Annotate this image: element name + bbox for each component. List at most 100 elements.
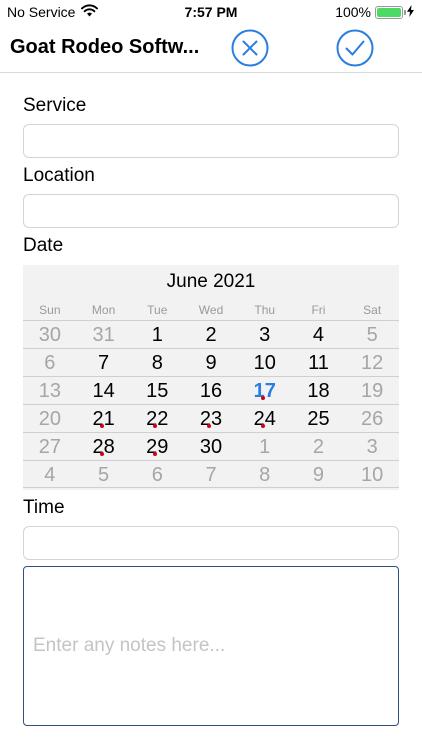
calendar-day-today[interactable]: 17 bbox=[238, 377, 292, 404]
calendar-day[interactable]: 7 bbox=[184, 461, 238, 487]
calendar-day-number: 6 bbox=[151, 464, 163, 486]
calendar-day-number: 28 bbox=[92, 436, 115, 458]
calendar-day-number: 2 bbox=[205, 324, 217, 346]
service-label: Service bbox=[23, 95, 87, 116]
calendar-day[interactable]: 4 bbox=[292, 321, 346, 348]
calendar-day[interactable]: 6 bbox=[23, 349, 77, 376]
calendar-day[interactable]: 13 bbox=[23, 377, 77, 404]
checkmark-circle-icon bbox=[336, 29, 374, 67]
calendar-day-number: 1 bbox=[151, 324, 163, 346]
calendar-week-row: 4 5 6 7 8 9 10 bbox=[23, 460, 399, 488]
event-dot-icon bbox=[99, 424, 104, 428]
calendar-day-number: 11 bbox=[308, 352, 329, 374]
calendar-day-number: 23 bbox=[199, 408, 223, 430]
calendar-day-number: 19 bbox=[361, 380, 384, 402]
calendar-day-number: 31 bbox=[92, 324, 115, 346]
nav-bar: Goat Rodeo Softw... bbox=[0, 24, 422, 73]
battery-icon bbox=[375, 5, 406, 19]
calendar-day-number: 8 bbox=[151, 352, 163, 374]
nav-title: Goat Rodeo Softw... bbox=[10, 36, 200, 58]
service-field[interactable] bbox=[23, 124, 399, 158]
calendar-day-number: 5 bbox=[366, 324, 378, 346]
weekday-label: Mon bbox=[91, 303, 116, 317]
calendar-day-number: 20 bbox=[38, 408, 61, 430]
status-bar: No Service 7:57 PM 100% bbox=[0, 0, 422, 24]
time-field[interactable] bbox=[23, 526, 399, 560]
calendar-day[interactable]: 5 bbox=[77, 461, 131, 487]
calendar-day[interactable]: 8 bbox=[238, 461, 292, 487]
battery-percent: 100% bbox=[335, 4, 371, 20]
calendar-week-row: 27 28 29 30 1 2 3 bbox=[23, 432, 399, 460]
calendar-day[interactable]: 2 bbox=[292, 433, 346, 460]
date-label: Date bbox=[23, 235, 64, 256]
calendar-day[interactable]: 1 bbox=[130, 321, 184, 348]
calendar-day[interactable]: 25 bbox=[292, 405, 346, 432]
calendar-day[interactable]: 26 bbox=[345, 405, 399, 432]
calendar-day[interactable]: 30 bbox=[184, 433, 238, 460]
calendar-day-number: 24 bbox=[253, 408, 276, 430]
calendar-day-number: 13 bbox=[38, 380, 61, 402]
date-calendar[interactable]: June 2021 Sun Mon Tue Wed Thu Fri Sat 30 31 1 2 3 4… bbox=[23, 265, 399, 490]
calendar-day-number: 10 bbox=[253, 352, 276, 374]
calendar-day[interactable]: 12 bbox=[345, 349, 399, 376]
calendar-day-number: 12 bbox=[361, 352, 384, 374]
calendar-day[interactable]: 10 bbox=[238, 349, 292, 376]
weekday-label: Sun bbox=[39, 303, 61, 317]
calendar-day-number: 9 bbox=[205, 352, 217, 374]
calendar-day[interactable]: 19 bbox=[345, 377, 399, 404]
calendar-day[interactable]: 10 bbox=[345, 461, 399, 487]
calendar-day[interactable]: 1 bbox=[238, 433, 292, 460]
cancel-button[interactable] bbox=[231, 29, 269, 67]
calendar-day-number: 4 bbox=[312, 324, 325, 346]
calendar-day-number: 18 bbox=[307, 380, 330, 402]
calendar-day[interactable]: 31 bbox=[77, 321, 131, 348]
calendar-day[interactable]: 23 bbox=[184, 405, 238, 432]
calendar-day[interactable]: 28 bbox=[77, 433, 131, 460]
calendar-day[interactable]: 21 bbox=[77, 405, 131, 432]
calendar-day-number: 6 bbox=[44, 352, 56, 374]
calendar-day[interactable]: 3 bbox=[345, 433, 399, 460]
calendar-day[interactable]: 9 bbox=[292, 461, 346, 487]
calendar-day[interactable]: 8 bbox=[130, 349, 184, 376]
calendar-day[interactable]: 3 bbox=[238, 321, 292, 348]
calendar-month-title: June 2021 bbox=[166, 271, 256, 292]
calendar-day-number: 9 bbox=[312, 464, 325, 486]
calendar-day-number: 1 bbox=[259, 436, 271, 458]
calendar-day[interactable]: 4 bbox=[23, 461, 77, 487]
calendar-day-number: 5 bbox=[98, 464, 110, 486]
calendar-day[interactable]: 15 bbox=[130, 377, 184, 404]
calendar-day[interactable]: 11 bbox=[292, 349, 346, 376]
calendar-week-row: 30 31 1 2 3 4 5 bbox=[23, 320, 399, 348]
calendar-day-number: 14 bbox=[92, 380, 115, 402]
time-label: Time bbox=[23, 497, 65, 518]
weekday-label: Wed bbox=[198, 303, 224, 317]
calendar-day[interactable]: 30 bbox=[23, 321, 77, 348]
calendar-day[interactable]: 6 bbox=[130, 461, 184, 487]
calendar-day[interactable]: 24 bbox=[238, 405, 292, 432]
calendar-day[interactable]: 22 bbox=[130, 405, 184, 432]
calendar-day-number: 30 bbox=[38, 324, 61, 346]
calendar-day[interactable]: 18 bbox=[292, 377, 346, 404]
calendar-day[interactable]: 5 bbox=[345, 321, 399, 348]
calendar-day[interactable]: 20 bbox=[23, 405, 77, 432]
save-button[interactable] bbox=[336, 29, 374, 67]
location-label: Location bbox=[23, 165, 95, 186]
calendar-day-number: 15 bbox=[146, 380, 169, 402]
calendar-day-number: 7 bbox=[205, 464, 217, 486]
calendar-day-number: 29 bbox=[146, 436, 169, 458]
event-dot-icon bbox=[260, 396, 265, 400]
charging-bolt-icon bbox=[407, 4, 414, 20]
calendar-day[interactable]: 2 bbox=[184, 321, 238, 348]
calendar-day-number: 2 bbox=[312, 436, 325, 458]
calendar-day-number: 10 bbox=[361, 464, 384, 486]
weekday-label: Thu bbox=[254, 303, 276, 317]
notes-textarea[interactable] bbox=[23, 566, 399, 726]
calendar-day-number: 3 bbox=[366, 436, 378, 458]
calendar-day[interactable]: 9 bbox=[184, 349, 238, 376]
calendar-day[interactable]: 27 bbox=[23, 433, 77, 460]
calendar-day[interactable]: 16 bbox=[184, 377, 238, 404]
calendar-day[interactable]: 7 bbox=[77, 349, 131, 376]
calendar-day[interactable]: 29 bbox=[130, 433, 184, 460]
calendar-day[interactable]: 14 bbox=[77, 377, 131, 404]
location-field[interactable] bbox=[23, 194, 399, 228]
